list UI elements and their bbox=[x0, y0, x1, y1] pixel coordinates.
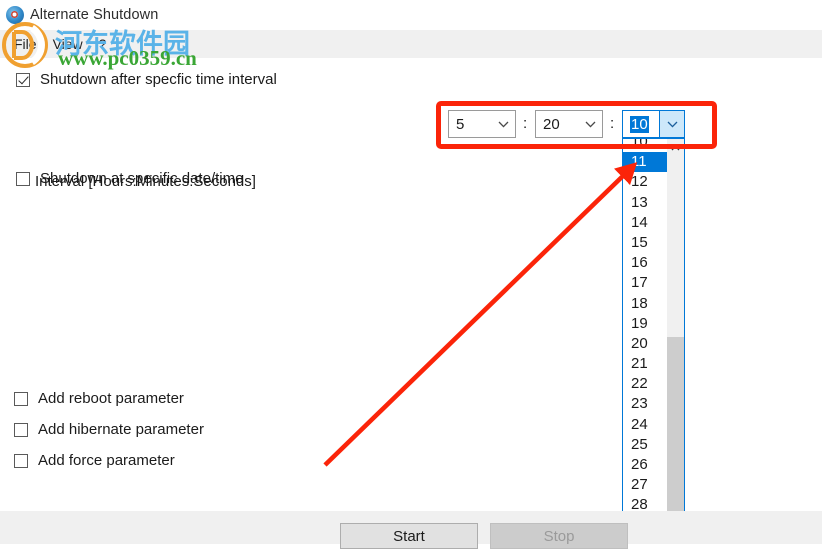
dropdown-item[interactable]: 19 bbox=[623, 314, 667, 334]
dropdown-scrollbar[interactable] bbox=[667, 139, 684, 543]
checkbox-shutdown-after-interval[interactable] bbox=[16, 72, 30, 87]
checkbox-label-shutdown-at-datetime: Shutdown at specific date/time bbox=[40, 170, 244, 187]
menu-bar: File View ? bbox=[0, 30, 822, 58]
dropdown-item[interactable]: 13 bbox=[623, 193, 667, 213]
menu-item-view[interactable]: View bbox=[49, 33, 95, 55]
checkbox-row-shutdown-at-datetime[interactable]: Shutdown at specific date/time bbox=[16, 170, 243, 187]
dropdown-items-container[interactable]: 1011121314151617181920212223242526272829 bbox=[623, 139, 667, 543]
dropdown-item[interactable]: 21 bbox=[623, 354, 667, 374]
menu-item-help[interactable]: ? bbox=[95, 33, 115, 55]
checkbox-add-force-parameter[interactable] bbox=[14, 453, 28, 468]
dropdown-item[interactable]: 12 bbox=[623, 172, 667, 192]
start-button[interactable]: Start bbox=[340, 523, 478, 549]
checkbox-label-add-hibernate-parameter: Add hibernate parameter bbox=[38, 421, 204, 438]
checkbox-add-reboot-parameter[interactable] bbox=[14, 391, 28, 406]
checkbox-row-add-reboot-parameter[interactable]: Add reboot parameter bbox=[14, 390, 184, 407]
dropdown-item[interactable]: 24 bbox=[623, 415, 667, 435]
dropdown-item[interactable]: 16 bbox=[623, 253, 667, 273]
dropdown-item[interactable]: 22 bbox=[623, 374, 667, 394]
checkbox-label-shutdown-after-interval: Shutdown after specfic time interval bbox=[40, 71, 277, 88]
checkbox-label-add-force-parameter: Add force parameter bbox=[38, 452, 175, 469]
dropdown-scroll-thumb[interactable] bbox=[667, 337, 684, 522]
annotation-highlight-box bbox=[436, 101, 717, 149]
dropdown-item[interactable]: 11 bbox=[623, 152, 667, 173]
checkbox-add-hibernate-parameter[interactable] bbox=[14, 422, 28, 437]
checkbox-shutdown-at-datetime[interactable] bbox=[16, 171, 30, 186]
checkbox-label-add-reboot-parameter: Add reboot parameter bbox=[38, 390, 184, 407]
checkbox-row-add-hibernate-parameter[interactable]: Add hibernate parameter bbox=[14, 421, 204, 438]
dropdown-item[interactable]: 27 bbox=[623, 475, 667, 495]
stop-button: Stop bbox=[490, 523, 628, 549]
window-title: Alternate Shutdown bbox=[30, 7, 159, 23]
checkbox-row-add-force-parameter[interactable]: Add force parameter bbox=[14, 452, 175, 469]
app-shutdown-icon bbox=[6, 6, 24, 24]
dropdown-list-seconds[interactable]: 1011121314151617181920212223242526272829 bbox=[622, 138, 685, 544]
dropdown-item[interactable]: 20 bbox=[623, 334, 667, 354]
dropdown-item[interactable]: 15 bbox=[623, 233, 667, 253]
dropdown-item[interactable]: 23 bbox=[623, 394, 667, 414]
dropdown-item[interactable]: 17 bbox=[623, 273, 667, 293]
menu-item-file[interactable]: File bbox=[10, 33, 49, 55]
application-window: Alternate Shutdown File View ? Shutdown … bbox=[0, 0, 822, 549]
title-bar: Alternate Shutdown bbox=[0, 0, 822, 30]
dropdown-item[interactable]: 26 bbox=[623, 455, 667, 475]
checkbox-row-shutdown-after-interval[interactable]: Shutdown after specfic time interval bbox=[16, 71, 277, 88]
dropdown-item[interactable]: 14 bbox=[623, 213, 667, 233]
dropdown-item[interactable]: 25 bbox=[623, 435, 667, 455]
dropdown-item[interactable]: 18 bbox=[623, 294, 667, 314]
